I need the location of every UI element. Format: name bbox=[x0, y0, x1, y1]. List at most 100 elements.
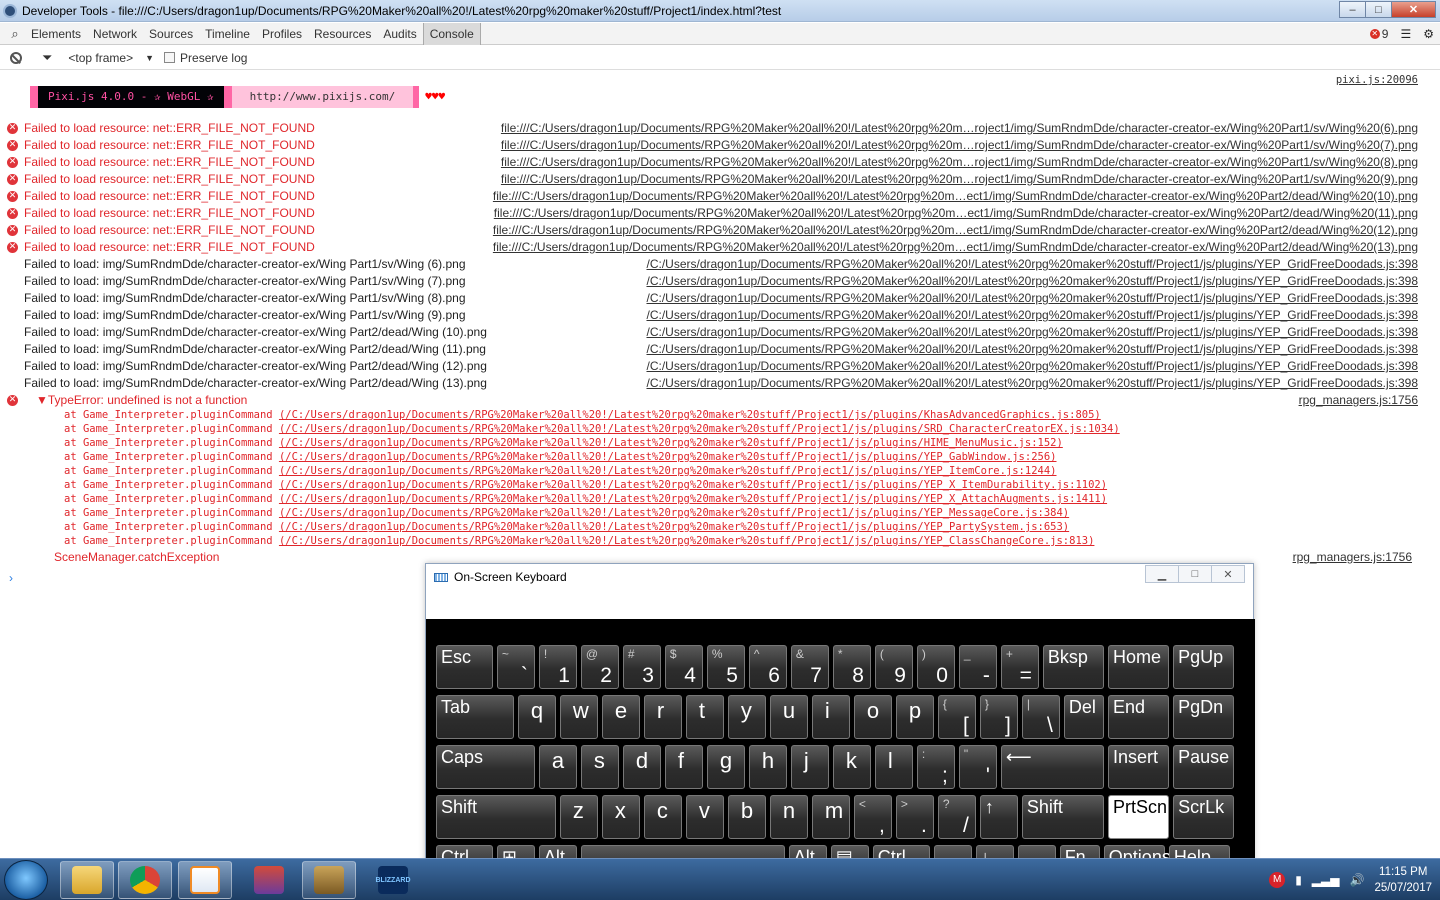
osk-key[interactable]: r bbox=[643, 695, 682, 739]
source-link[interactable]: file:///C:/Users/dragon1up/Documents/RPG… bbox=[501, 171, 1418, 188]
osk-key[interactable]: * 8 bbox=[832, 645, 871, 689]
stack-frame-link[interactable]: (/C:/Users/dragon1up/Documents/RPG%20Mak… bbox=[279, 423, 1120, 435]
source-link[interactable]: /C:/Users/dragon1up/Documents/RPG%20Make… bbox=[646, 341, 1418, 358]
osk-key[interactable]: Insert bbox=[1108, 745, 1170, 789]
taskbar-script-editor[interactable] bbox=[302, 861, 356, 899]
osk-key[interactable]: i bbox=[811, 695, 850, 739]
osk-key[interactable]: Pause bbox=[1173, 745, 1235, 789]
console-prompt[interactable]: › bbox=[9, 571, 13, 585]
clear-console-icon[interactable] bbox=[10, 51, 22, 64]
osk-key[interactable]: n bbox=[769, 795, 808, 839]
frame-selector[interactable]: <top frame> bbox=[68, 51, 133, 65]
osk-key[interactable]: d bbox=[622, 745, 661, 789]
taskbar-rpg-maker[interactable] bbox=[242, 861, 296, 899]
osk-key[interactable]: | \ bbox=[1021, 695, 1060, 739]
osk-key[interactable]: j bbox=[790, 745, 829, 789]
osk-key[interactable]: % 5 bbox=[706, 645, 745, 689]
source-link[interactable]: /C:/Users/dragon1up/Documents/RPG%20Make… bbox=[646, 307, 1418, 324]
stack-frame-link[interactable]: (/C:/Users/dragon1up/Documents/RPG%20Mak… bbox=[279, 507, 1069, 519]
source-link[interactable]: file:///C:/Users/dragon1up/Documents/RPG… bbox=[501, 120, 1418, 137]
clock[interactable]: 11:15 PM 25/07/2017 bbox=[1374, 864, 1432, 896]
tab-audits[interactable]: Audits bbox=[377, 23, 422, 45]
preserve-log-checkbox[interactable] bbox=[164, 52, 176, 63]
error-counter[interactable]: ✕ 9 bbox=[1369, 27, 1388, 41]
osk-key[interactable]: o bbox=[853, 695, 892, 739]
source-link[interactable]: /C:/Users/dragon1up/Documents/RPG%20Make… bbox=[646, 256, 1418, 273]
osk-key[interactable]: ) 0 bbox=[916, 645, 955, 689]
osk-key[interactable]: PrtScn bbox=[1108, 795, 1170, 839]
stack-frame-link[interactable]: (/C:/Users/dragon1up/Documents/RPG%20Mak… bbox=[279, 465, 1057, 477]
source-link[interactable]: /C:/Users/dragon1up/Documents/RPG%20Make… bbox=[646, 290, 1418, 307]
taskbar-media-player[interactable] bbox=[178, 861, 232, 899]
osk-close-button[interactable]: ✕ bbox=[1211, 565, 1245, 583]
source-link[interactable]: file:///C:/Users/dragon1up/Documents/RPG… bbox=[494, 205, 1418, 222]
osk-key[interactable]: & 7 bbox=[790, 645, 829, 689]
osk-key[interactable]: Tab bbox=[436, 695, 514, 739]
inspect-search-icon[interactable]: ⌕ bbox=[5, 26, 25, 42]
osk-key[interactable]: a bbox=[538, 745, 577, 789]
osk-key[interactable]: " ' bbox=[958, 745, 997, 789]
osk-key[interactable]: @2 bbox=[580, 645, 619, 689]
taskbar-chrome[interactable] bbox=[118, 861, 172, 899]
osk-key[interactable]: u bbox=[769, 695, 808, 739]
stack-frame-link[interactable]: (/C:/Users/dragon1up/Documents/RPG%20Mak… bbox=[279, 535, 1094, 547]
osk-key[interactable]: ⟵ bbox=[1000, 745, 1104, 789]
osk-key[interactable]: s bbox=[580, 745, 619, 789]
osk-key[interactable]: y bbox=[727, 695, 766, 739]
osk-key[interactable]: f bbox=[664, 745, 703, 789]
osk-key[interactable]: <, bbox=[853, 795, 892, 839]
osk-maximize-button[interactable]: □ bbox=[1178, 565, 1212, 583]
stack-frame-link[interactable]: (/C:/Users/dragon1up/Documents/RPG%20Mak… bbox=[279, 479, 1107, 491]
osk-key[interactable]: $4 bbox=[664, 645, 703, 689]
taskbar-file-explorer[interactable] bbox=[60, 861, 114, 899]
osk-minimize-button[interactable]: ▁ bbox=[1145, 565, 1179, 583]
settings-gear-icon[interactable]: ⚙ bbox=[1423, 27, 1434, 41]
minimize-button[interactable]: – bbox=[1339, 1, 1366, 18]
osk-key[interactable]: p bbox=[895, 695, 934, 739]
osk-key[interactable]: ↑ bbox=[979, 795, 1018, 839]
stack-frame-link[interactable]: (/C:/Users/dragon1up/Documents/RPG%20Mak… bbox=[279, 437, 1063, 449]
osk-key[interactable]: h bbox=[748, 745, 787, 789]
tab-resources[interactable]: Resources bbox=[308, 23, 377, 45]
osk-key[interactable]: PgDn bbox=[1173, 695, 1235, 739]
osk-key[interactable]: PgUp bbox=[1173, 645, 1235, 689]
source-link[interactable]: rpg_managers.js:1756 bbox=[1293, 549, 1412, 566]
drawer-toggle-icon[interactable]: ☰ bbox=[1400, 27, 1411, 41]
osk-key[interactable]: + = bbox=[1000, 645, 1039, 689]
osk-key[interactable]: Shift bbox=[436, 795, 556, 839]
source-link[interactable]: /C:/Users/dragon1up/Documents/RPG%20Make… bbox=[646, 375, 1418, 392]
source-link[interactable]: file:///C:/Users/dragon1up/Documents/RPG… bbox=[493, 239, 1418, 256]
stack-frame-link[interactable]: (/C:/Users/dragon1up/Documents/RPG%20Mak… bbox=[279, 409, 1101, 421]
osk-key[interactable]: _ - bbox=[958, 645, 997, 689]
osk-key[interactable]: {[ bbox=[937, 695, 976, 739]
osk-key[interactable]: ScrLk bbox=[1173, 795, 1235, 839]
stack-frame-link[interactable]: (/C:/Users/dragon1up/Documents/RPG%20Mak… bbox=[279, 493, 1107, 505]
filter-funnel-icon[interactable]: ⏷ bbox=[42, 50, 52, 66]
tab-elements[interactable]: Elements bbox=[25, 23, 87, 45]
source-link[interactable]: file:///C:/Users/dragon1up/Documents/RPG… bbox=[501, 137, 1418, 154]
osk-key[interactable]: Esc bbox=[436, 645, 493, 689]
osk-key[interactable]: Home bbox=[1108, 645, 1170, 689]
osk-key[interactable]: #3 bbox=[622, 645, 661, 689]
type-error-message[interactable]: ▼TypeError: undefined is not a function bbox=[36, 392, 247, 409]
maximize-button[interactable]: □ bbox=[1365, 1, 1392, 18]
osk-key[interactable]: q bbox=[517, 695, 556, 739]
osk-key[interactable]: x bbox=[601, 795, 640, 839]
pixi-source-link[interactable]: pixi.js:20096 bbox=[1336, 74, 1418, 86]
volume-icon[interactable]: 🔊 bbox=[1349, 873, 1364, 887]
osk-key[interactable]: k bbox=[832, 745, 871, 789]
osk-key[interactable]: ^ 6 bbox=[748, 645, 787, 689]
osk-key[interactable]: :; bbox=[916, 745, 955, 789]
osk-key[interactable]: b bbox=[727, 795, 766, 839]
osk-key[interactable]: w bbox=[559, 695, 598, 739]
osk-key[interactable]: ! 1 bbox=[538, 645, 577, 689]
osk-key[interactable]: End bbox=[1108, 695, 1170, 739]
osk-key[interactable]: m bbox=[811, 795, 850, 839]
tab-network[interactable]: Network bbox=[87, 23, 143, 45]
battery-icon[interactable]: ▮ bbox=[1295, 873, 1302, 887]
osk-key[interactable]: ~ ` bbox=[496, 645, 535, 689]
osk-key[interactable]: z bbox=[559, 795, 598, 839]
osk-key[interactable]: t bbox=[685, 695, 724, 739]
source-link[interactable]: /C:/Users/dragon1up/Documents/RPG%20Make… bbox=[646, 358, 1418, 375]
osk-key[interactable]: v bbox=[685, 795, 724, 839]
